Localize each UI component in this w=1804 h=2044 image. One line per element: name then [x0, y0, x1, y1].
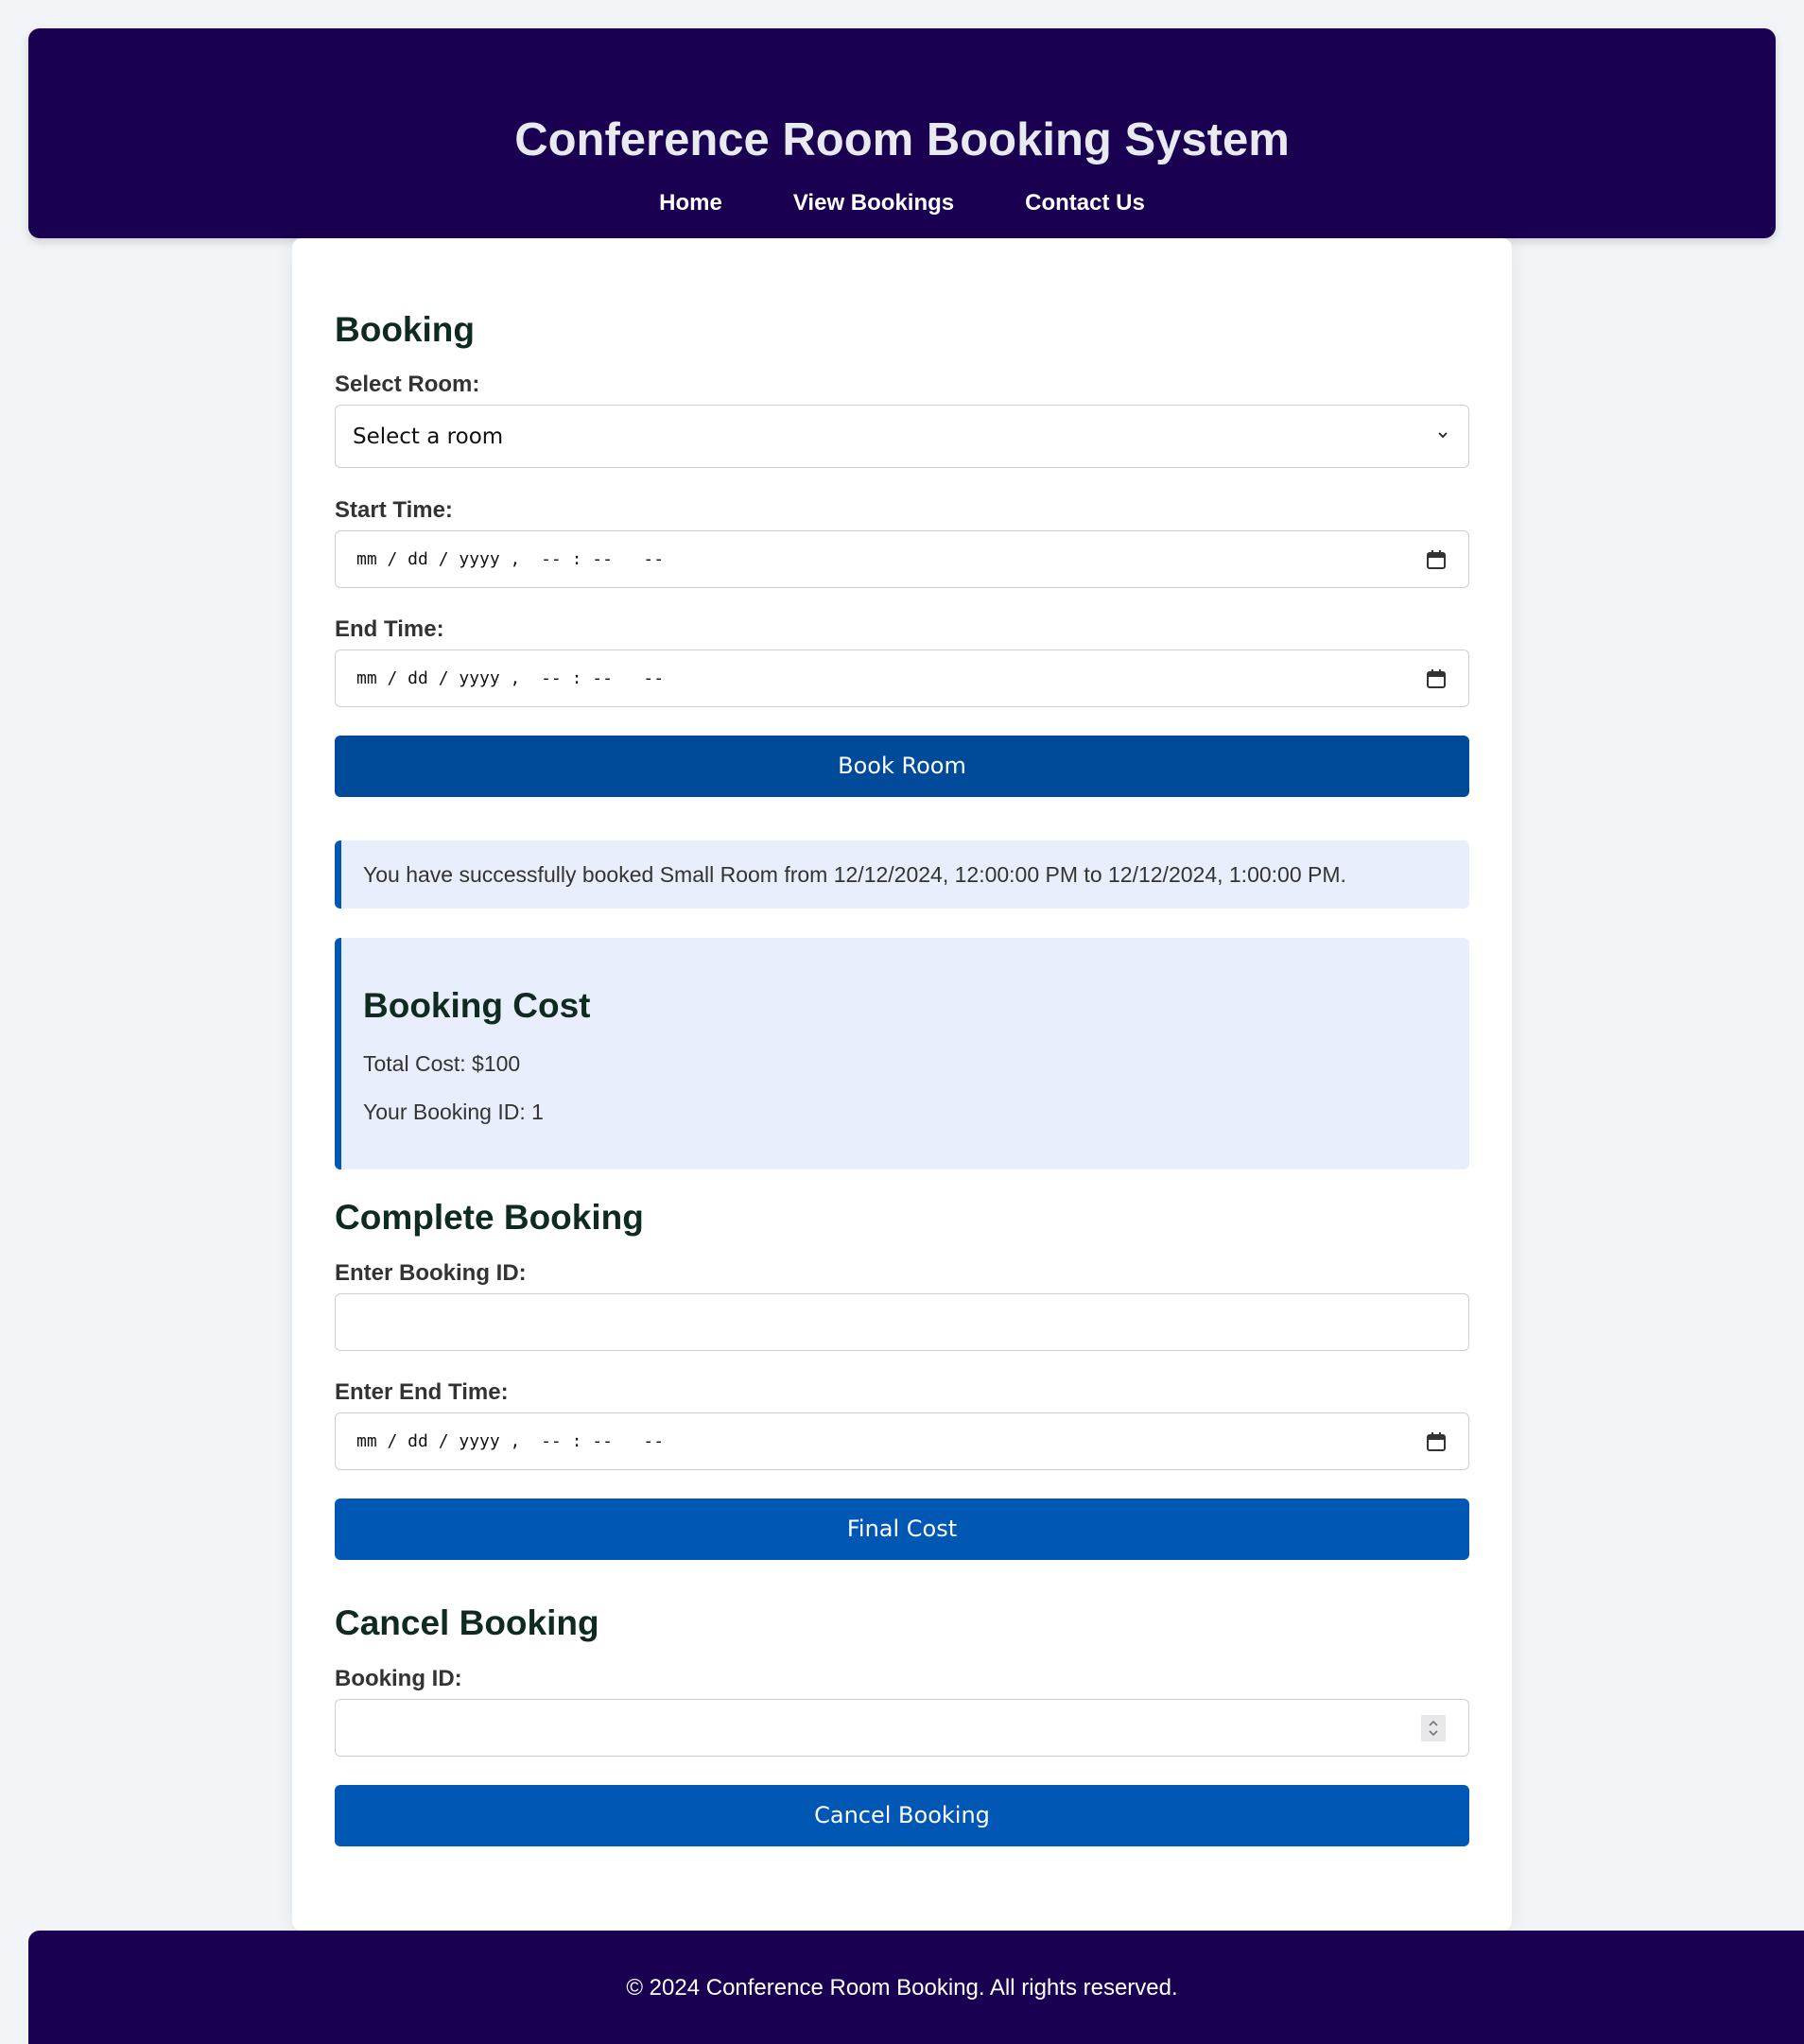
calendar-icon[interactable]: [1425, 667, 1448, 690]
select-room-label: Select Room:: [335, 372, 480, 397]
start-time-label: Start Time:: [335, 497, 453, 523]
cancel-booking-heading: Cancel Booking: [335, 1603, 599, 1642]
start-time-placeholder: mm / dd / yyyy , -- : -- --: [356, 549, 665, 569]
footer-copyright: © 2024 Conference Room Booking. All righ…: [626, 1975, 1178, 2001]
final-cost-button[interactable]: Final Cost: [335, 1498, 1469, 1560]
booking-id-text: Your Booking ID: 1: [363, 1100, 544, 1124]
number-spinner-icon[interactable]: [1421, 1715, 1446, 1741]
end-time-placeholder: mm / dd / yyyy , -- : -- --: [356, 668, 665, 688]
booking-cost-panel: Booking Cost Total Cost: $100 Your Booki…: [335, 938, 1469, 1169]
room-select-value: Select a room: [353, 424, 504, 449]
site-footer: © 2024 Conference Room Booking. All righ…: [28, 1931, 1804, 2044]
chevron-down-icon: [1438, 432, 1448, 439]
nav-view-bookings-link[interactable]: View Bookings: [793, 189, 954, 217]
complete-booking-heading: Complete Booking: [335, 1198, 644, 1237]
calendar-icon[interactable]: [1425, 548, 1448, 571]
enter-end-time-label: Enter End Time:: [335, 1379, 509, 1405]
cancel-booking-button[interactable]: Cancel Booking: [335, 1785, 1469, 1846]
end-time-label: End Time:: [335, 616, 444, 642]
total-cost-text: Total Cost: $100: [363, 1051, 521, 1076]
success-alert: You have successfully booked Small Room …: [335, 840, 1469, 909]
nav-contact-us-link[interactable]: Contact Us: [1025, 189, 1145, 217]
site-title: Conference Room Booking System: [514, 114, 1290, 165]
complete-end-time-input[interactable]: mm / dd / yyyy , -- : -- --: [335, 1412, 1469, 1470]
booking-cost-heading: Booking Cost: [363, 986, 591, 1025]
complete-end-time-placeholder: mm / dd / yyyy , -- : -- --: [356, 1431, 665, 1451]
start-time-input[interactable]: mm / dd / yyyy , -- : -- --: [335, 530, 1469, 588]
complete-booking-id-input[interactable]: [335, 1293, 1469, 1351]
book-room-button[interactable]: Book Room: [335, 736, 1469, 797]
booking-heading: Booking: [335, 310, 475, 349]
cancel-booking-id-input[interactable]: [335, 1699, 1469, 1757]
nav-home-link[interactable]: Home: [659, 189, 722, 217]
main-nav: Home View Bookings Contact Us: [28, 189, 1776, 217]
calendar-icon[interactable]: [1425, 1430, 1448, 1453]
enter-booking-id-label: Enter Booking ID:: [335, 1260, 527, 1286]
site-header: Conference Room Booking System Home View…: [28, 28, 1776, 238]
end-time-input[interactable]: mm / dd / yyyy , -- : -- --: [335, 650, 1469, 707]
room-select[interactable]: Select a room: [335, 405, 1469, 468]
cancel-booking-id-label: Booking ID:: [335, 1666, 462, 1691]
main-card: Booking Select Room: Select a room Start…: [292, 238, 1512, 1931]
success-message: You have successfully booked Small Room …: [363, 862, 1346, 887]
